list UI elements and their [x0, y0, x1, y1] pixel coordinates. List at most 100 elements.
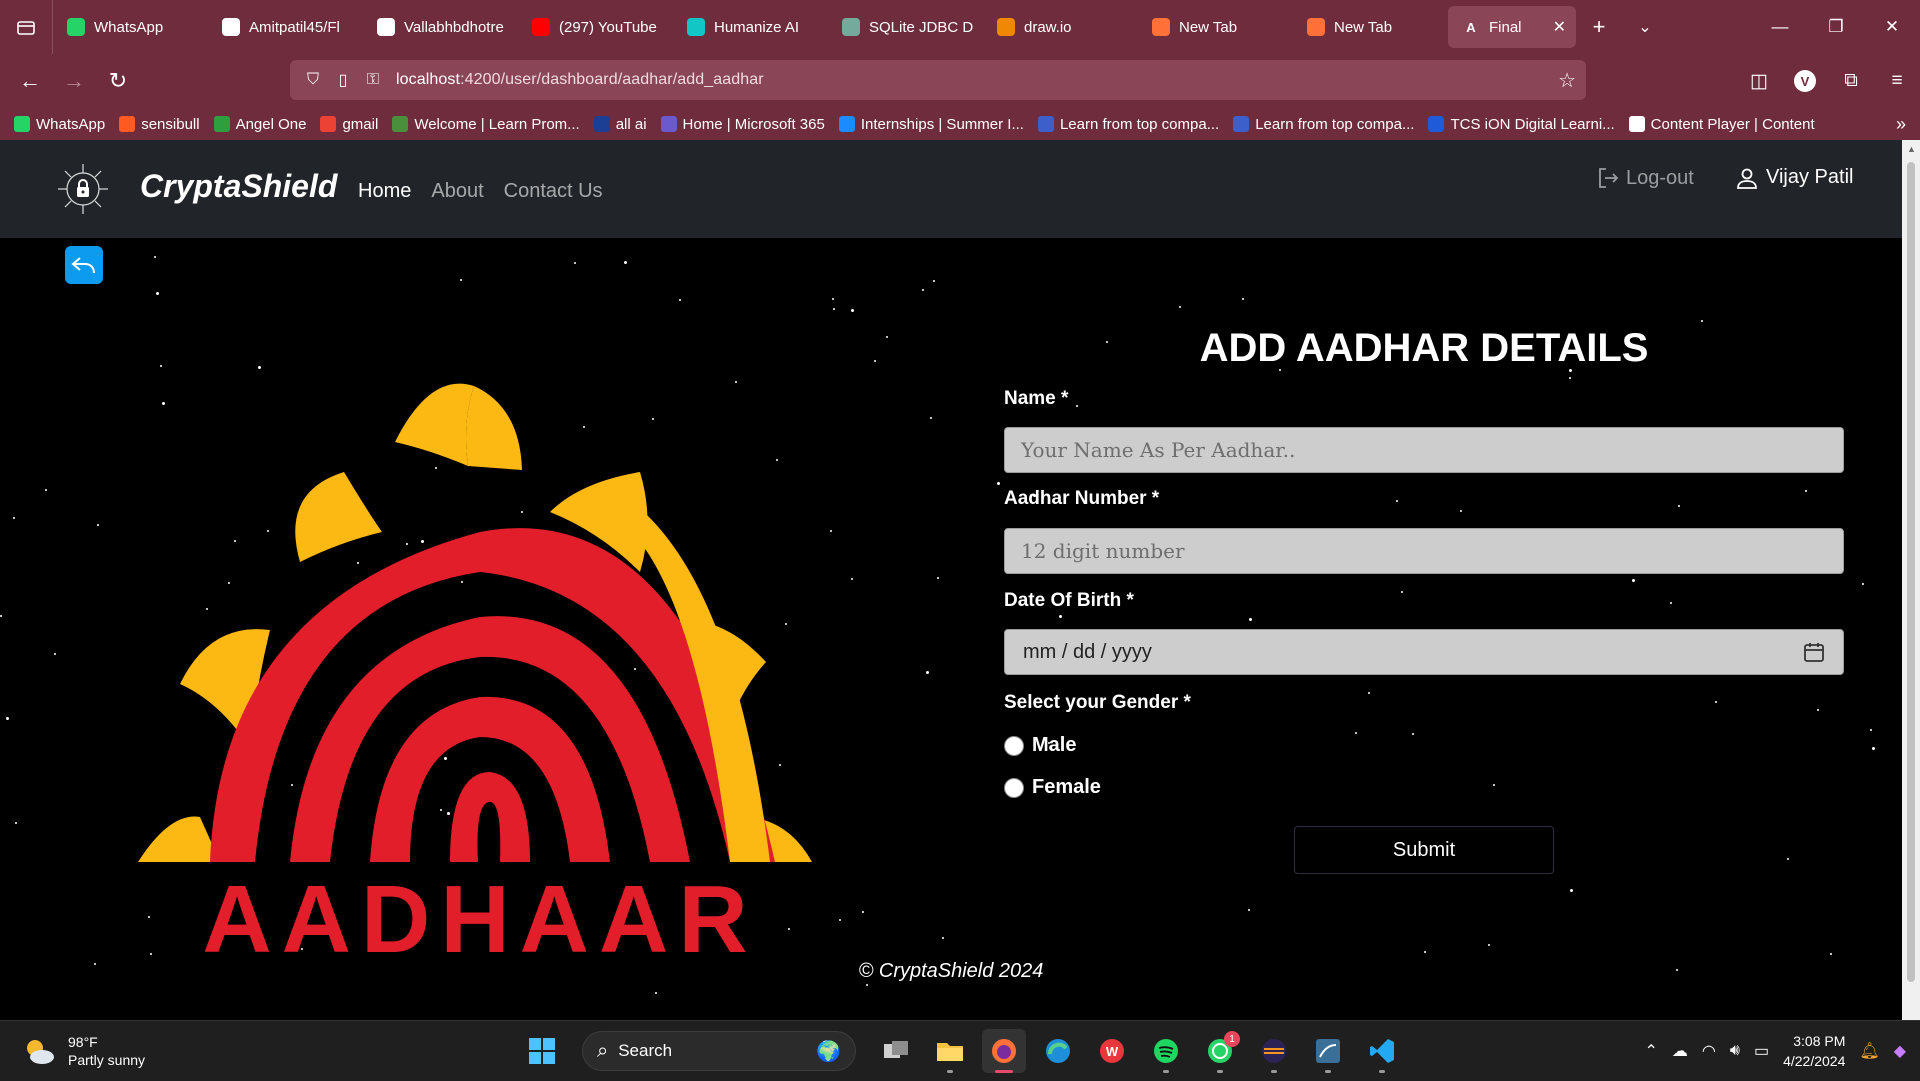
- notification-bell-icon[interactable]: 🔔︎: [1859, 1041, 1879, 1061]
- radio-female[interactable]: [1004, 777, 1024, 798]
- battery-icon[interactable]: ▭: [1754, 1041, 1769, 1061]
- bookmark-star-icon[interactable]: ☆: [1558, 68, 1576, 93]
- browser-tab[interactable]: Vallabhbdhotre: [363, 6, 518, 48]
- volume-icon[interactable]: 🔊︎: [1730, 1042, 1740, 1060]
- calendar-icon[interactable]: [1803, 641, 1825, 663]
- eclipse-icon[interactable]: [1252, 1029, 1296, 1073]
- file-explorer-icon[interactable]: [928, 1029, 972, 1073]
- nav-about[interactable]: About: [431, 180, 483, 203]
- forward-arrow-icon[interactable]: →: [52, 59, 96, 103]
- new-tab-button[interactable]: +: [1576, 0, 1622, 54]
- bookmark-item[interactable]: Learn from top compa...: [1233, 116, 1414, 133]
- browser-tab[interactable]: SQLite JDBC Dr: [828, 6, 983, 48]
- radio-male[interactable]: [1004, 735, 1024, 756]
- reload-icon[interactable]: ↻: [96, 59, 140, 103]
- menu-icon[interactable]: ≡: [1874, 59, 1920, 103]
- task-view-icon[interactable]: [874, 1029, 918, 1073]
- logout-icon: [1599, 168, 1619, 188]
- bookmark-item[interactable]: Welcome | Learn Prom...: [392, 115, 580, 133]
- star: [6, 717, 9, 720]
- firefox-icon[interactable]: [982, 1029, 1026, 1073]
- onedrive-icon[interactable]: ☁: [1672, 1041, 1688, 1061]
- name-input[interactable]: [1004, 427, 1844, 473]
- vscode-icon[interactable]: [1360, 1029, 1404, 1073]
- back-button[interactable]: [65, 246, 103, 284]
- shield-icon[interactable]: ⛉: [298, 71, 328, 89]
- wifi-icon[interactable]: ◠: [1702, 1041, 1716, 1061]
- close-window-icon[interactable]: ✕: [1864, 0, 1920, 54]
- bookmark-item[interactable]: TCS iON Digital Learni...: [1428, 115, 1615, 133]
- bookmark-label: TCS iON Digital Learni...: [1450, 115, 1615, 133]
- tab-active[interactable]: A Final ✕: [1448, 6, 1576, 48]
- bookmark-item[interactable]: Home | Microsoft 365: [660, 116, 825, 133]
- star: [1493, 784, 1495, 786]
- browser-tab[interactable]: Humanize AI: [673, 6, 828, 48]
- browser-tab[interactable]: New Tab: [1138, 6, 1293, 48]
- scroll-up-icon[interactable]: ▲: [1907, 144, 1916, 154]
- chevrons-right-icon[interactable]: »: [1896, 114, 1906, 135]
- submit-button[interactable]: Submit: [1294, 826, 1554, 874]
- chevron-down-icon[interactable]: ⌄: [1622, 0, 1668, 54]
- browser-tab[interactable]: WhatsApp: [53, 6, 208, 48]
- url-text[interactable]: localhost:4200/user/dashboard/aadhar/add…: [396, 71, 764, 89]
- bookmark-item[interactable]: Content Player | Content: [1628, 116, 1815, 133]
- star: [1248, 909, 1250, 911]
- back-arrow-icon[interactable]: ←: [8, 59, 52, 103]
- star: [942, 937, 944, 939]
- bookmark-item[interactable]: sensibull: [119, 116, 200, 133]
- logout-link[interactable]: Log-out: [1596, 166, 1694, 190]
- windows-start-icon[interactable]: [520, 1029, 564, 1073]
- system-clock[interactable]: 3:08 PM 4/22/2024: [1783, 1031, 1845, 1071]
- gender-option-female[interactable]: Female: [1004, 776, 1101, 799]
- chevron-up-icon[interactable]: ⌃: [1644, 1041, 1657, 1061]
- tab-list-button[interactable]: [0, 0, 53, 54]
- extensions-icon[interactable]: ⧉: [1828, 59, 1874, 103]
- scrollbar-thumb[interactable]: [1907, 162, 1915, 982]
- spotify-icon[interactable]: [1144, 1029, 1188, 1073]
- close-icon[interactable]: ✕: [1553, 17, 1566, 37]
- star: [1830, 953, 1832, 955]
- whatsapp-taskbar-icon[interactable]: 1: [1198, 1029, 1242, 1073]
- star: [1488, 944, 1490, 946]
- wps-office-icon[interactable]: W: [1090, 1029, 1134, 1073]
- bookmark-item[interactable]: Angel One: [213, 116, 306, 133]
- star: [154, 256, 156, 258]
- copilot-icon[interactable]: ◆: [1894, 1041, 1906, 1061]
- browser-tab[interactable]: Amitpatil45/Fl: [208, 6, 363, 48]
- star: [54, 653, 56, 655]
- page-scrollbar[interactable]: ▲: [1902, 140, 1920, 1020]
- bookmark-item[interactable]: Learn from top compa...: [1037, 116, 1219, 133]
- bookmark-item[interactable]: all ai: [593, 116, 647, 133]
- star: [851, 578, 853, 580]
- profile-avatar[interactable]: V: [1794, 70, 1816, 92]
- user-name: Vijay Patil: [1766, 166, 1854, 188]
- bookmark-item[interactable]: gmail: [320, 116, 378, 133]
- dob-input[interactable]: mm / dd / yyyy: [1004, 629, 1844, 675]
- pocket-icon[interactable]: ◫: [1736, 59, 1782, 103]
- browser-tab[interactable]: draw.io: [983, 6, 1138, 48]
- star: [13, 517, 15, 519]
- browser-tab[interactable]: (297) YouTube: [518, 6, 673, 48]
- toolbar-right: ◫ V ⧉ ≡: [1736, 54, 1920, 108]
- restore-icon[interactable]: ❐: [1808, 0, 1864, 54]
- bookmark-item[interactable]: WhatsApp: [14, 116, 105, 133]
- bookmark-label: Welcome | Learn Prom...: [414, 115, 580, 133]
- page-icon[interactable]: ▯: [328, 70, 358, 90]
- user-menu[interactable]: Vijay Patil: [1736, 166, 1853, 189]
- minimize-icon[interactable]: —: [1752, 0, 1808, 54]
- weather-widget[interactable]: 98°F Partly sunny: [22, 1033, 145, 1069]
- nav-contact[interactable]: Contact Us: [504, 180, 603, 203]
- nav-home[interactable]: Home: [358, 180, 411, 203]
- aadhar-number-input[interactable]: [1004, 528, 1844, 574]
- taskbar-search[interactable]: ⌕ Search 🌍: [582, 1031, 856, 1071]
- bookmark-item[interactable]: Internships | Summer I...: [838, 116, 1024, 133]
- mysql-workbench-icon[interactable]: [1306, 1029, 1350, 1073]
- star: [1460, 510, 1462, 512]
- brand-name[interactable]: CryptaShield: [140, 168, 337, 205]
- address-bar[interactable]: ⛉ ▯ ⚿ localhost:4200/user/dashboard/aadh…: [290, 60, 1586, 100]
- star: [1715, 701, 1717, 703]
- gender-option-male[interactable]: Male: [1004, 734, 1076, 757]
- edge-icon[interactable]: [1036, 1029, 1080, 1073]
- key-icon[interactable]: ⚿: [358, 71, 388, 89]
- browser-tab[interactable]: New Tab: [1293, 6, 1448, 48]
